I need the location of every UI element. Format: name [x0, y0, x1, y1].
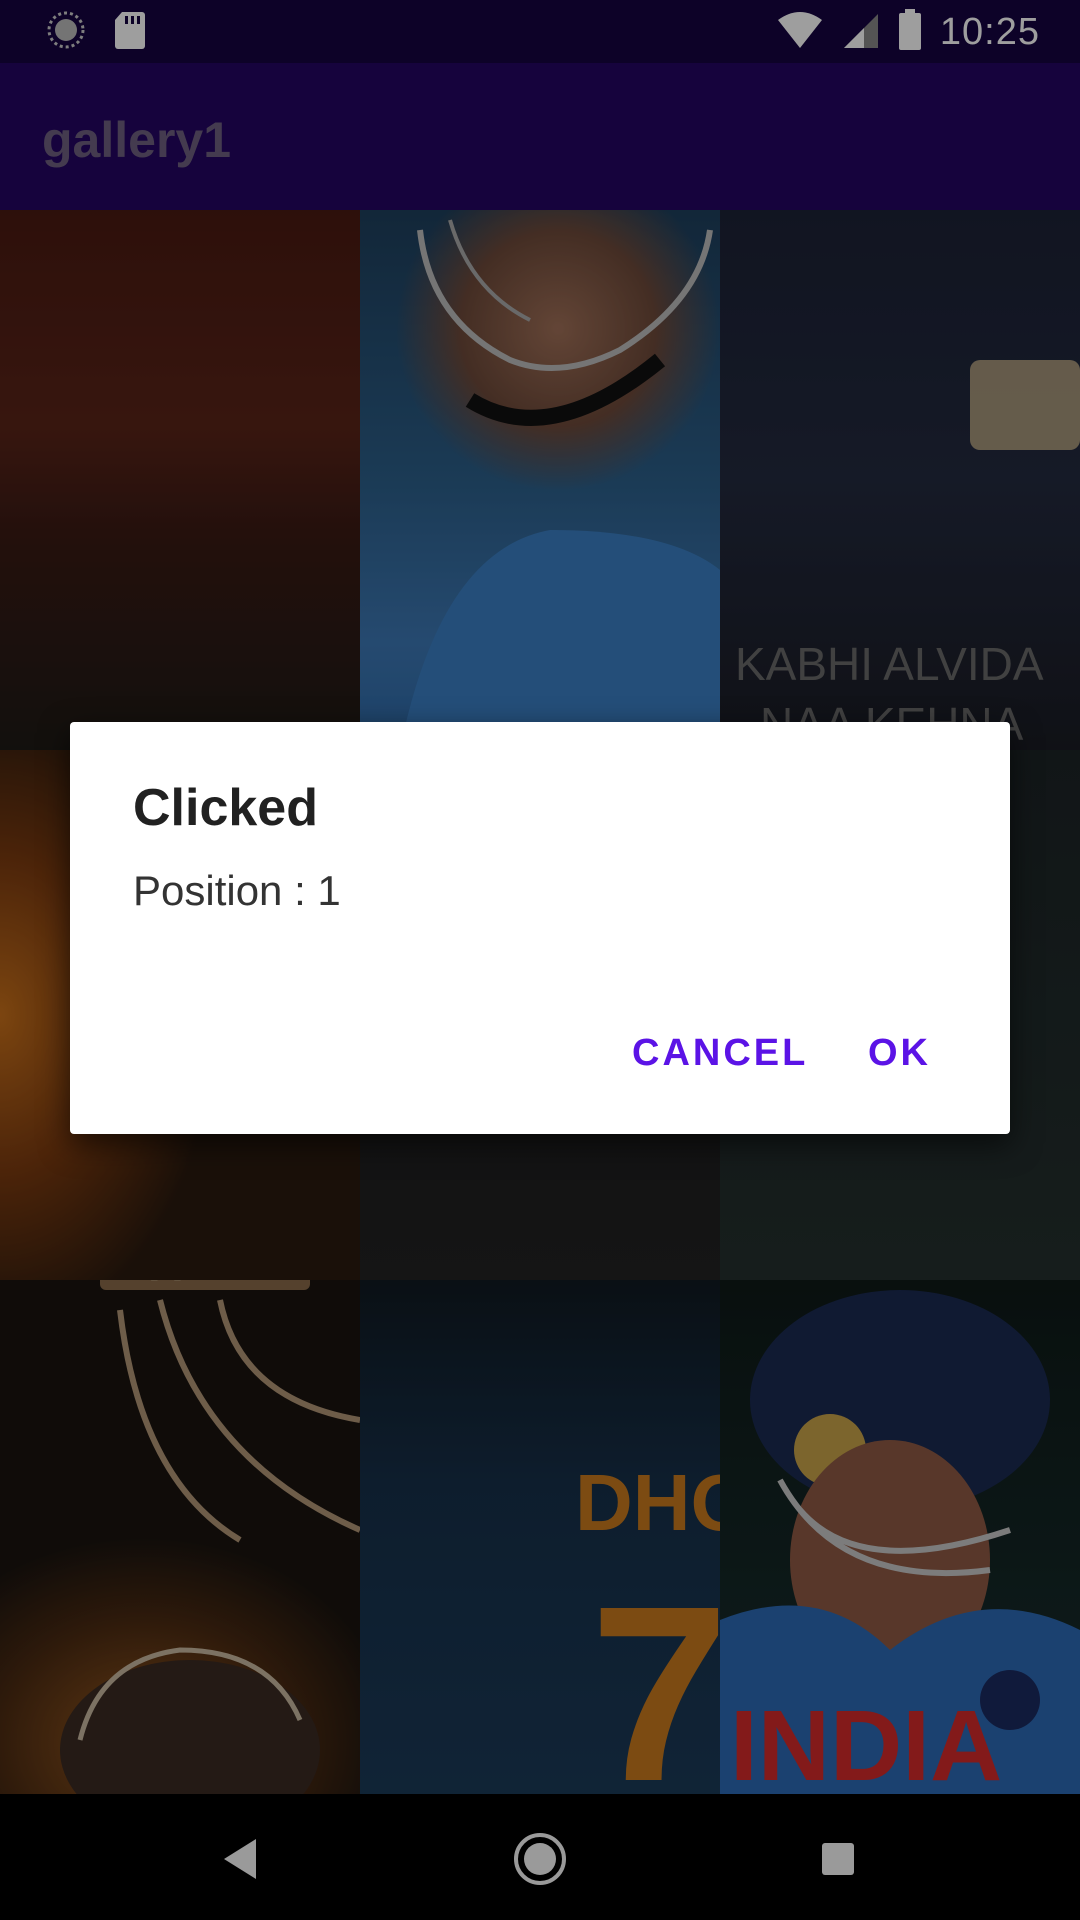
recents-icon	[822, 1843, 854, 1875]
alert-dialog: Clicked Position : 1 CANCEL OK	[70, 722, 1010, 1134]
navigation-bar	[0, 1794, 1080, 1920]
back-button[interactable]	[205, 1824, 275, 1894]
recents-button[interactable]	[803, 1824, 873, 1894]
back-icon	[224, 1839, 256, 1879]
dialog-message: Position : 1	[133, 867, 341, 914]
home-icon	[514, 1833, 566, 1885]
ok-button[interactable]: OK	[868, 1032, 931, 1075]
cancel-button[interactable]: CANCEL	[632, 1032, 808, 1075]
home-button[interactable]	[505, 1824, 575, 1894]
dialog-title: Clicked	[133, 779, 318, 837]
